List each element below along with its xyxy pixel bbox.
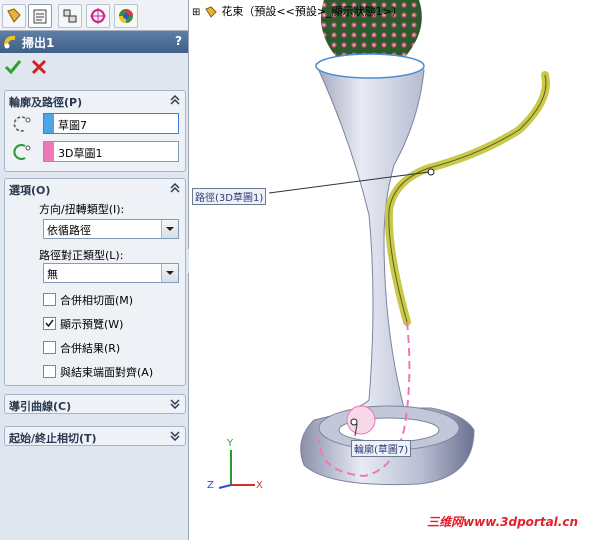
profile-callout[interactable]: 輪廓(草圖7) xyxy=(351,440,412,457)
manager-tabs xyxy=(0,0,188,31)
align-end-faces-checkbox[interactable] xyxy=(43,365,56,378)
merge-result-label: 合併結果(R) xyxy=(60,342,121,355)
chevron-down-icon[interactable] xyxy=(161,264,178,282)
options-group: 選項(O) 方向/扭轉類型(I): 依循路徑 路徑對正類型(L): 無 合併相切… xyxy=(4,178,186,386)
align-end-faces-label: 與結束端面對齊(A) xyxy=(60,366,154,379)
path-callout-text: 路徑(3D草圖1) xyxy=(195,193,264,204)
tab-dimxpert[interactable] xyxy=(86,4,110,28)
guide-curves-header[interactable]: 導引曲線(C) xyxy=(5,395,185,413)
profile-swatch xyxy=(44,114,54,133)
expand-icon[interactable] xyxy=(169,429,181,441)
feature-title-bar: 掃出1 ? xyxy=(0,31,188,53)
profile-callout-text: 輪廓(草圖7) xyxy=(354,445,409,456)
profile-path-header[interactable]: 輪廓及路徑(P) xyxy=(5,91,185,109)
chevron-down-icon[interactable] xyxy=(161,220,178,238)
show-preview-label: 顯示預覽(W) xyxy=(60,318,124,331)
tab-configuration-manager[interactable] xyxy=(58,4,82,28)
collapse-icon[interactable] xyxy=(169,181,181,193)
x-axis-label: X xyxy=(256,480,263,491)
options-header[interactable]: 選項(O) xyxy=(5,179,185,197)
configuration-icon xyxy=(63,9,77,23)
watermark: 三维网www.3dportal.cn xyxy=(427,515,578,529)
start-end-tangency-group[interactable]: 起始/終止相切(T) xyxy=(4,426,186,446)
path-value: 3D草圖1 xyxy=(58,147,103,160)
tab-feature-manager[interactable] xyxy=(2,4,26,28)
tab-display-manager[interactable] xyxy=(114,4,138,28)
group-title: 輪廓及路徑(P) xyxy=(9,96,83,109)
profile-path-group: 輪廓及路徑(P) 草圖7 3D草圖1 xyxy=(4,90,186,172)
group-title: 導引曲線(C) xyxy=(9,400,72,413)
feature-tree-icon xyxy=(7,8,21,23)
model-view xyxy=(218,0,550,489)
z-axis xyxy=(218,484,232,489)
group-title: 起始/終止相切(T) xyxy=(9,432,97,445)
profile-field[interactable]: 草圖7 xyxy=(43,113,179,134)
tab-property-manager[interactable] xyxy=(28,4,52,28)
part-name: 花束（預設<<預設>_顯示狀態1>） xyxy=(221,5,403,18)
graphics-area[interactable]: Y X Z xyxy=(189,0,596,540)
merge-tangent-label: 合併相切面(M) xyxy=(60,294,134,307)
path-swatch xyxy=(44,142,54,161)
show-preview-checkbox[interactable] xyxy=(43,317,56,330)
part-icon xyxy=(205,6,217,18)
merge-tangent-checkbox[interactable] xyxy=(43,293,56,306)
orientation-select[interactable]: 依循路徑 xyxy=(43,219,179,239)
profile-icon xyxy=(13,116,31,132)
feature-tree-root[interactable]: ⊞ 花束（預設<<預設>_顯示狀態1>） xyxy=(192,3,403,19)
alignment-select[interactable]: 無 xyxy=(43,263,179,283)
y-axis-label: Y xyxy=(227,438,234,449)
guide-curves-group[interactable]: 導引曲線(C) xyxy=(4,394,186,414)
ok-button[interactable] xyxy=(4,58,22,76)
dimxpert-icon xyxy=(90,8,106,24)
merge-result-checkbox[interactable] xyxy=(43,341,56,354)
orientation-value: 依循路徑 xyxy=(47,224,91,237)
profile-point[interactable] xyxy=(350,418,358,426)
help-button[interactable]: ? xyxy=(175,34,182,48)
vase-rim xyxy=(315,53,425,79)
display-manager-icon xyxy=(119,9,133,23)
group-title: 選項(O) xyxy=(9,184,51,197)
check-icon xyxy=(45,319,54,328)
path-callout[interactable]: 路徑(3D草圖1) xyxy=(192,188,267,205)
sweep-icon xyxy=(4,35,16,49)
cancel-button[interactable] xyxy=(30,58,48,76)
feature-title: 掃出1 xyxy=(22,36,55,50)
z-axis-label: Z xyxy=(207,480,214,491)
path-field[interactable]: 3D草圖1 xyxy=(43,141,179,162)
orientation-label: 方向/扭轉類型(I): xyxy=(39,203,125,216)
profile-value: 草圖7 xyxy=(58,119,87,132)
property-manager: 掃出1 ? 輪廓及路徑(P) 草圖7 3D草圖1 選項(O) 方向/扭轉類型(I… xyxy=(0,0,189,540)
alignment-value: 無 xyxy=(47,268,58,281)
expand-icon[interactable] xyxy=(169,397,181,409)
alignment-label: 路徑對正類型(L): xyxy=(39,249,124,262)
path-icon xyxy=(13,144,31,160)
tangency-header[interactable]: 起始/終止相切(T) xyxy=(5,427,185,445)
property-icon xyxy=(33,9,47,24)
collapse-icon[interactable] xyxy=(169,93,181,105)
